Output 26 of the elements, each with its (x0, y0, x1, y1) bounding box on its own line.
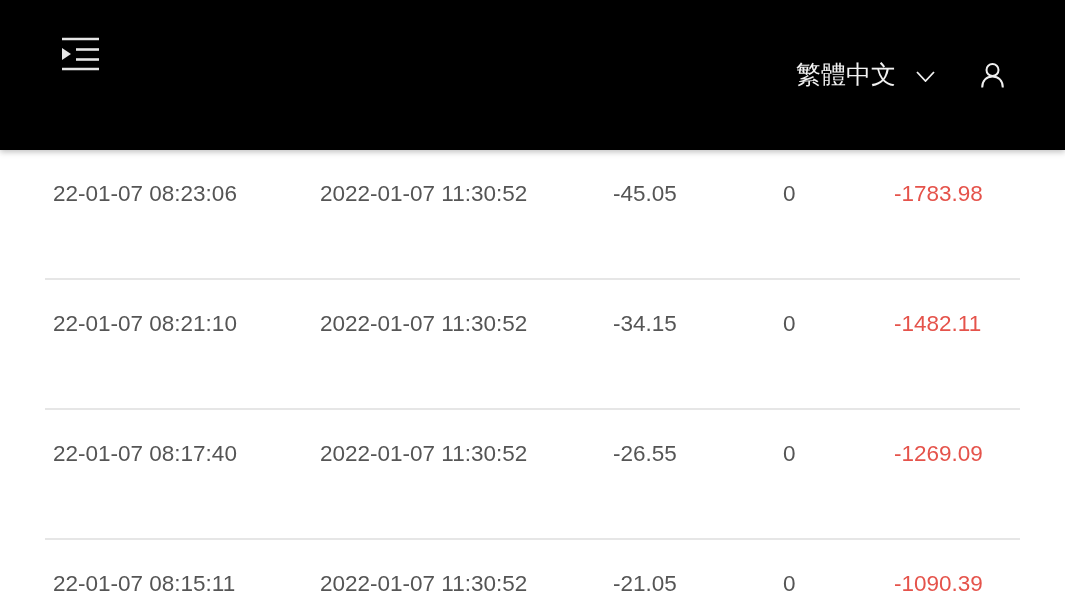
table-cell: -34.15 (613, 313, 677, 335)
caret-icon (916, 70, 935, 82)
table-cell: -45.05 (613, 183, 677, 205)
table-cell: 22-01-07 08:23:06 (53, 183, 237, 205)
table-cell: -1482.11 (894, 313, 982, 335)
table-cell: 2022-01-07 11:30:52 (320, 573, 528, 595)
table-cell: -1269.09 (894, 443, 983, 465)
menu-button[interactable] (62, 37, 99, 71)
user-button[interactable] (981, 62, 1004, 88)
language-dropdown[interactable]: 繁體中文 (796, 58, 935, 92)
menu-icon (62, 37, 99, 71)
table-cell: 22-01-07 08:21:10 (53, 313, 237, 335)
table-cell: 2022-01-07 11:30:52 (320, 443, 528, 465)
table-cell: 0 (783, 313, 796, 335)
table-cell: 2022-01-07 11:30:52 (320, 313, 528, 335)
table-cell: 0 (783, 573, 796, 595)
table-cell: 22-01-07 08:17:40 (53, 443, 237, 465)
table-cell: -21.05 (613, 573, 677, 595)
table-cell: 2022-01-07 11:30:52 (320, 183, 528, 205)
table-cell: -1783.98 (894, 183, 983, 205)
table-cell: 0 (783, 183, 796, 205)
table-cell: 0 (783, 443, 796, 465)
table-cell: -26.55 (613, 443, 677, 465)
table-cell: -1090.39 (894, 573, 983, 595)
user-icon (981, 62, 1004, 88)
table-cell: 22-01-07 08:15:11 (53, 573, 236, 595)
